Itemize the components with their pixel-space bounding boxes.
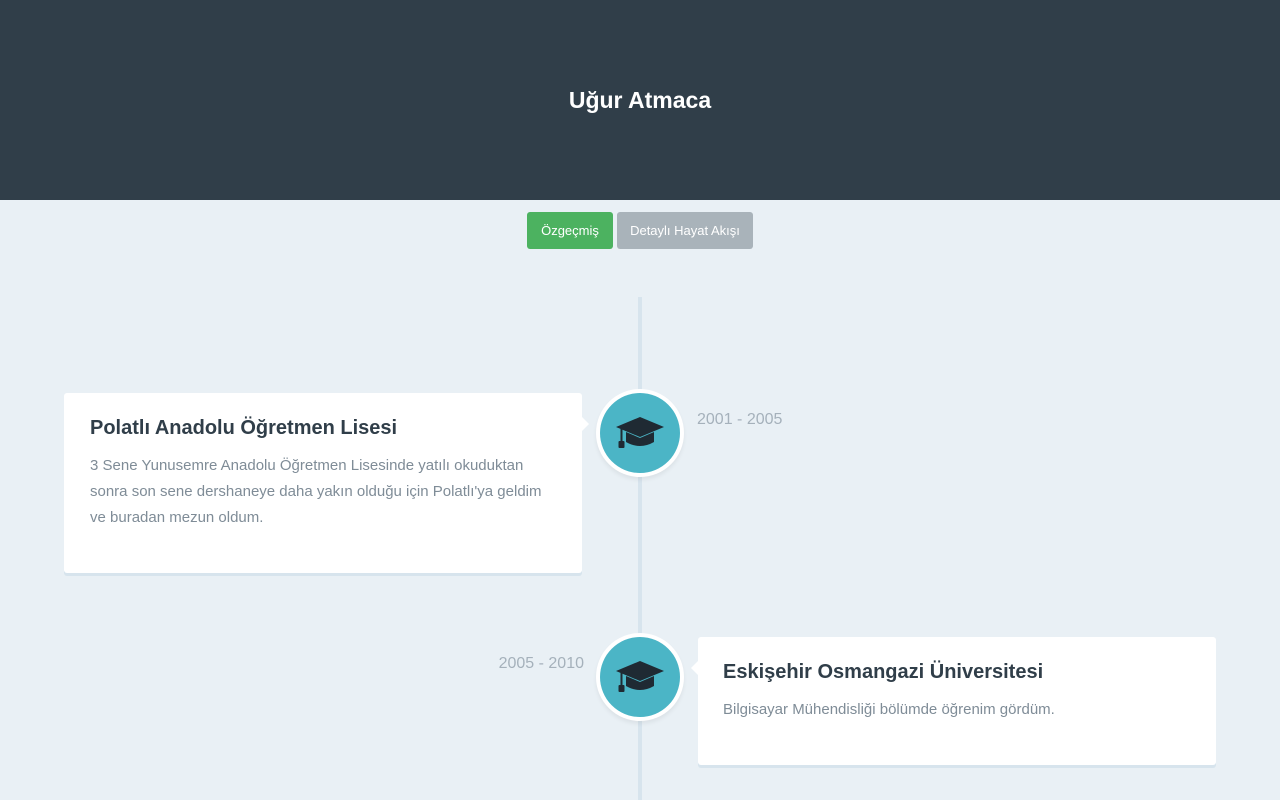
timeline-card: Eskişehir Osmangazi Üniversitesi Bilgisa… (691, 637, 1216, 765)
timeline-date: 2005 - 2010 (498, 655, 584, 672)
timeline-node (600, 393, 680, 473)
timeline-card-description: Bilgisayar Mühendisliği bölümde öğrenim … (723, 701, 1055, 718)
timeline-card-title: Polatlı Anadolu Öğretmen Lisesi (90, 417, 398, 439)
detailed-life-flow-button[interactable]: Detaylı Hayat Akışı (617, 212, 753, 249)
timeline-card: Polatlı Anadolu Öğretmen Lisesi 3 Sene Y… (64, 393, 589, 573)
page-title: Uğur Atmaca (568, 87, 712, 113)
timeline-card-description: 3 Sene Yunusemre Anadolu Öğretmen Lisesi… (90, 457, 542, 526)
timeline-card-title: Eskişehir Osmangazi Üniversitesi (723, 661, 1044, 683)
page-header: Uğur Atmaca (0, 0, 1280, 200)
resume-button[interactable]: Özgeçmiş (527, 212, 613, 249)
card-pointer (691, 661, 698, 675)
timeline-date: 2001 - 2005 (697, 411, 783, 428)
card-pointer (582, 417, 589, 431)
timeline-node (600, 637, 680, 717)
timeline-line (638, 297, 642, 800)
